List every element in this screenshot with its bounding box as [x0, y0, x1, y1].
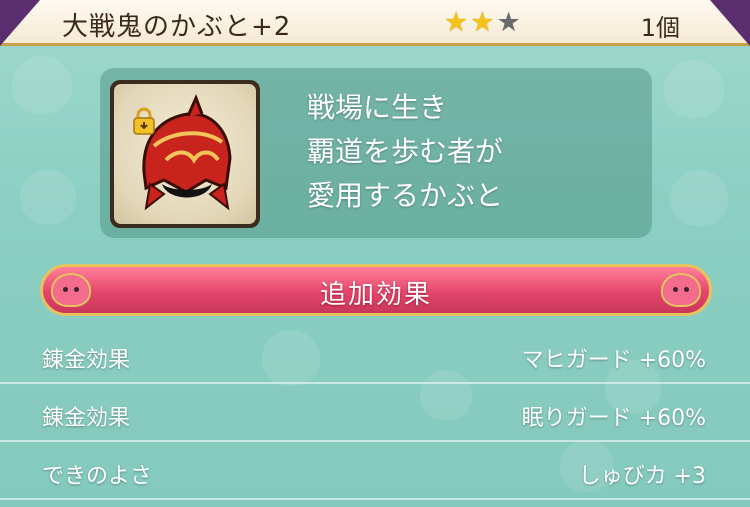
header-corner-left — [0, 0, 40, 46]
star-icon-filled: ★ — [444, 7, 469, 38]
helmet-icon — [114, 84, 256, 224]
lock-icon — [133, 107, 155, 135]
effect-label: できのよさ — [42, 464, 153, 489]
effect-row: できのよさ しゅびカ +3 — [0, 444, 750, 500]
effect-label: 錬金効果 — [42, 406, 131, 431]
effect-value: マヒガード +60% — [521, 348, 706, 373]
effect-label: 錬金効果 — [42, 348, 131, 373]
item-header: 大戦鬼のかぶと+2 ★ ★ ★ 1個 — [0, 0, 750, 46]
star-icon-empty: ★ — [496, 7, 521, 38]
effect-value: しゅびカ +3 — [578, 464, 706, 489]
rarity-stars: ★ ★ ★ — [444, 9, 521, 37]
additional-effects-banner: 追加効果 — [40, 264, 712, 316]
item-icon-frame[interactable] — [110, 80, 260, 228]
star-icon-filled: ★ — [470, 7, 495, 38]
item-description: 戦場に生き 覇道を歩む者が 愛用するかぶと — [307, 86, 503, 218]
description-line: 戦場に生き — [307, 91, 448, 124]
effect-value: 眠りガード +60% — [521, 406, 706, 431]
description-line: 愛用するかぶと — [307, 179, 504, 212]
item-name: 大戦鬼のかぶと+2 — [62, 12, 292, 42]
effect-row: 錬金効果 マヒガード +60% — [0, 328, 750, 384]
section-title: 追加効果 — [319, 280, 432, 310]
effect-row: 錬金効果 眠りガード +60% — [0, 386, 750, 442]
slime-icon-right — [661, 273, 701, 307]
description-line: 覇道を歩む者が — [307, 135, 504, 168]
header-corner-right — [710, 0, 750, 46]
item-quantity: 1個 — [640, 14, 680, 42]
